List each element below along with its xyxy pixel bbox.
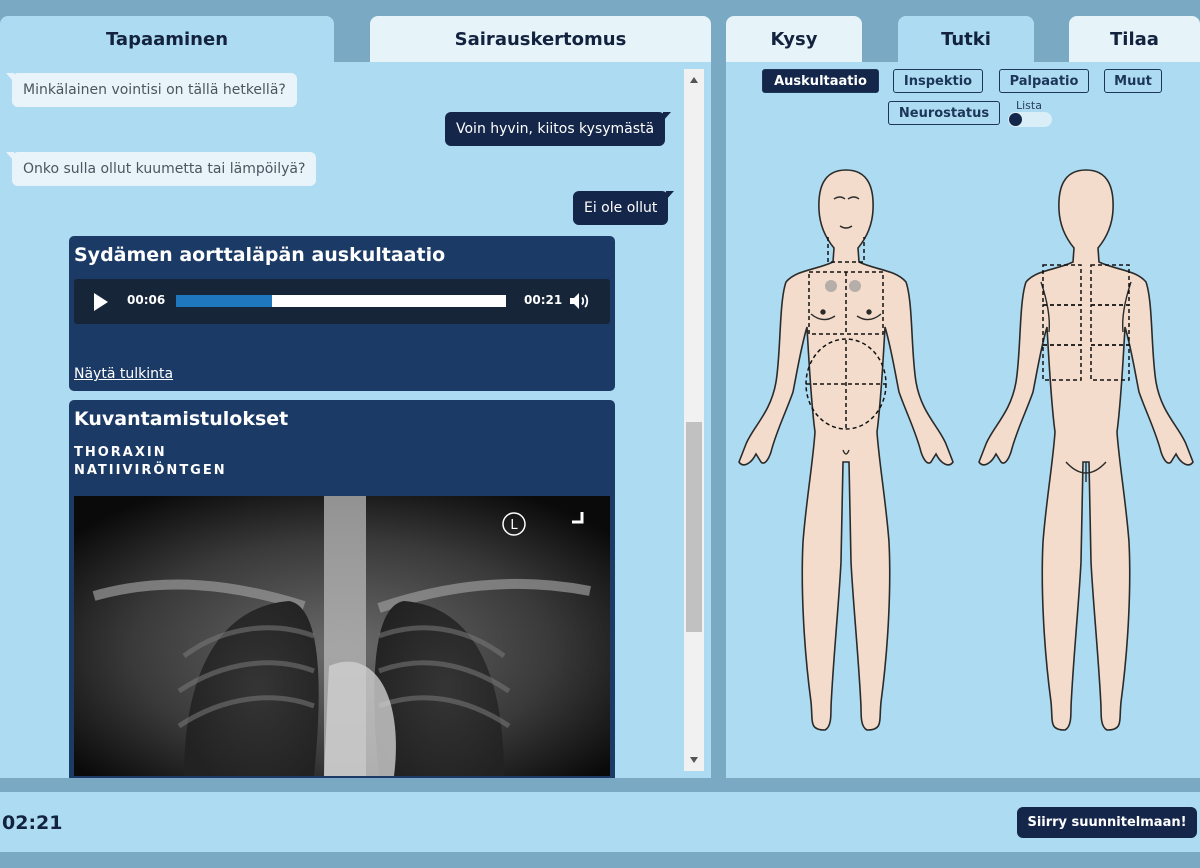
footer-bar: 02:21 Siirry suunnitelmaan! bbox=[0, 792, 1200, 852]
play-icon[interactable] bbox=[94, 293, 108, 311]
exam-neurostatus-button[interactable]: Neurostatus bbox=[888, 101, 1000, 125]
chat-message-doctor: Onko sulla ollut kuumetta tai lämpöilyä? bbox=[5, 152, 317, 186]
exam-inspektio-button[interactable]: Inspektio bbox=[893, 69, 983, 93]
tab-tutki[interactable]: Tutki bbox=[898, 16, 1034, 62]
list-toggle[interactable] bbox=[1008, 112, 1052, 127]
list-toggle-label: Lista bbox=[1016, 99, 1042, 112]
conversation-scrollbar[interactable] bbox=[684, 69, 704, 771]
tab-sairauskertomus-label: Sairauskertomus bbox=[454, 28, 627, 50]
tab-tutki-label: Tutki bbox=[941, 28, 991, 50]
go-to-plan-button[interactable]: Siirry suunnitelmaan! bbox=[1017, 807, 1197, 838]
session-timer: 02:21 bbox=[2, 812, 63, 834]
tab-tilaa-label: Tilaa bbox=[1110, 28, 1159, 50]
chat-message-doctor: Minkälainen vointisi on tällä hetkellä? bbox=[6, 73, 297, 107]
right-tab-bar: Kysy Tutki Tilaa bbox=[726, 16, 1200, 62]
exam-muut-button[interactable]: Muut bbox=[1104, 69, 1162, 93]
tab-kysy[interactable]: Kysy bbox=[726, 16, 862, 62]
exam-auskultaatio-button[interactable]: Auskultaatio bbox=[762, 69, 879, 93]
audio-seek-bar[interactable] bbox=[176, 295, 506, 307]
tab-tapaaminen[interactable]: Tapaaminen bbox=[0, 16, 334, 62]
body-front-figure[interactable] bbox=[731, 162, 961, 742]
audio-seek-progress bbox=[176, 295, 272, 307]
volume-icon[interactable] bbox=[569, 291, 591, 311]
imaging-subtitle-line1: THORAXIN bbox=[74, 445, 167, 460]
xray-side-marker: L bbox=[510, 518, 518, 533]
chest-xray-image[interactable]: L bbox=[74, 496, 610, 776]
imaging-card: Kuvantamistulokset THORAXIN NATIIVIRÖNTG… bbox=[69, 400, 615, 778]
tab-tapaaminen-label: Tapaaminen bbox=[105, 28, 229, 50]
scroll-thumb[interactable] bbox=[686, 422, 702, 632]
chat-message-patient: Ei ole ollut bbox=[573, 191, 675, 225]
audio-duration: 00:21 bbox=[524, 293, 563, 307]
tab-sairauskertomus[interactable]: Sairauskertomus bbox=[370, 16, 711, 62]
examination-panel: Auskultaatio Inspektio Palpaatio Muut Ne… bbox=[726, 62, 1200, 778]
exam-palpaatio-button[interactable]: Palpaatio bbox=[999, 69, 1089, 93]
audio-player: 00:06 00:21 bbox=[74, 279, 610, 324]
scroll-down-icon[interactable] bbox=[690, 757, 698, 763]
tab-kysy-label: Kysy bbox=[770, 28, 818, 50]
left-tab-bar: Tapaaminen Sairauskertomus bbox=[0, 16, 711, 62]
auscultation-card: Sydämen aorttaläpän auskultaatio 00:06 0… bbox=[69, 236, 615, 391]
audio-current-time: 00:06 bbox=[127, 293, 166, 307]
conversation-panel: Minkälainen vointisi on tällä hetkellä? … bbox=[0, 62, 711, 778]
auscultation-title: Sydämen aorttaläpän auskultaatio bbox=[74, 244, 446, 266]
show-interpretation-link[interactable]: Näytä tulkinta bbox=[74, 366, 173, 382]
tab-tilaa[interactable]: Tilaa bbox=[1069, 16, 1200, 62]
imaging-title: Kuvantamistulokset bbox=[74, 408, 289, 430]
scroll-up-icon[interactable] bbox=[690, 77, 698, 83]
body-back-figure[interactable] bbox=[971, 162, 1200, 742]
list-toggle-knob bbox=[1009, 113, 1022, 126]
imaging-subtitle-line2: NATIIVIRÖNTGEN bbox=[74, 463, 227, 478]
chat-message-patient: Voin hyvin, kiitos kysymästä bbox=[445, 112, 672, 146]
xray-illustration: L bbox=[74, 496, 610, 776]
